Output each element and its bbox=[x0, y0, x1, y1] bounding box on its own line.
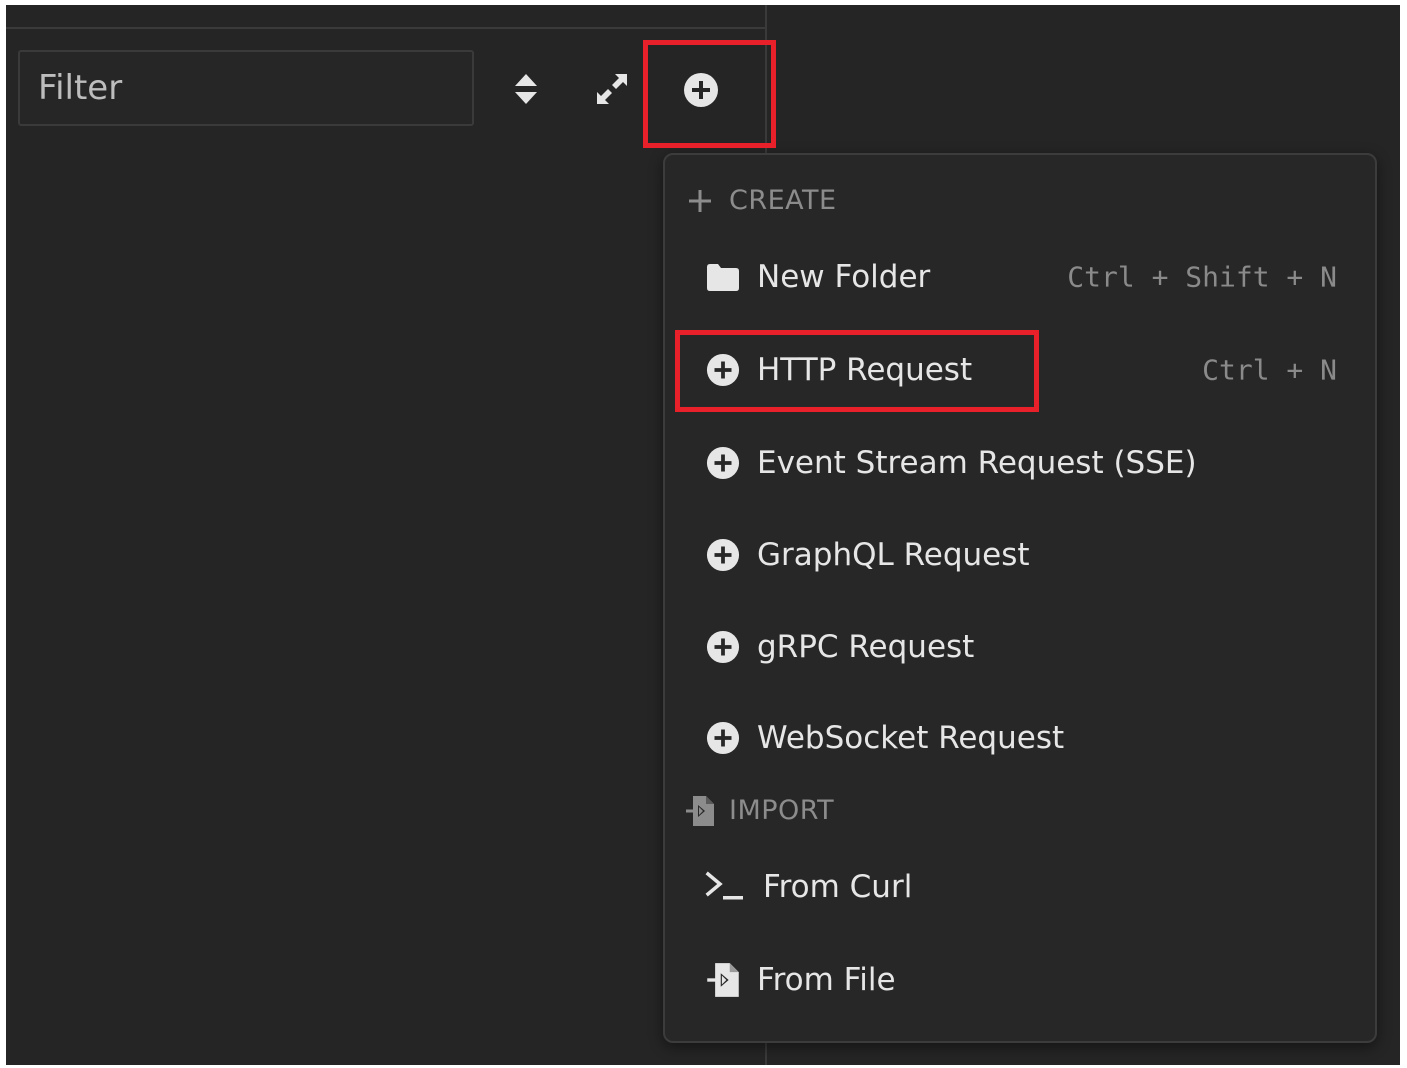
expand-all-button[interactable] bbox=[590, 67, 634, 111]
top-divider bbox=[6, 27, 766, 29]
plus-circle-icon bbox=[705, 629, 741, 665]
menu-item-event-stream-request[interactable]: Event Stream Request (SSE) bbox=[705, 433, 1345, 493]
menu-item-label: gRPC Request bbox=[757, 629, 975, 665]
menu-item-graphql-request[interactable]: GraphQL Request bbox=[705, 525, 1345, 585]
expand-arrows-icon bbox=[597, 74, 627, 104]
plus-circle-icon bbox=[684, 73, 718, 107]
menu-item-new-folder[interactable]: New Folder Ctrl + Shift + N bbox=[705, 247, 1345, 307]
plus-icon bbox=[685, 186, 715, 216]
sort-button[interactable] bbox=[506, 67, 546, 111]
menu-item-grpc-request[interactable]: gRPC Request bbox=[705, 617, 1345, 677]
add-button[interactable] bbox=[678, 67, 724, 113]
plus-circle-icon bbox=[705, 445, 741, 481]
menu-item-label: From Curl bbox=[763, 869, 913, 905]
create-section-header: CREATE bbox=[685, 185, 837, 216]
menu-item-label: New Folder bbox=[757, 259, 931, 295]
menu-item-http-request[interactable]: HTTP Request Ctrl + N bbox=[705, 340, 1345, 400]
terminal-icon bbox=[705, 869, 745, 905]
menu-item-label: HTTP Request bbox=[757, 352, 973, 388]
plus-circle-icon bbox=[705, 352, 741, 388]
file-import-icon bbox=[705, 962, 741, 998]
menu-item-from-curl[interactable]: From Curl bbox=[705, 857, 1345, 917]
menu-item-label: WebSocket Request bbox=[757, 720, 1065, 756]
filter-input[interactable] bbox=[18, 50, 474, 126]
shortcut-hint: Ctrl + Shift + N bbox=[1067, 260, 1337, 294]
plus-circle-icon bbox=[705, 720, 741, 756]
folder-icon bbox=[705, 259, 741, 295]
create-dropdown-menu: CREATE New Folder Ctrl + Shift + N HTTP … bbox=[663, 153, 1377, 1043]
menu-item-websocket-request[interactable]: WebSocket Request bbox=[705, 708, 1345, 768]
app-window: CREATE New Folder Ctrl + Shift + N HTTP … bbox=[6, 5, 1400, 1065]
create-section-label: CREATE bbox=[729, 185, 837, 216]
menu-item-label: From File bbox=[757, 962, 896, 998]
menu-item-from-file[interactable]: From File bbox=[705, 950, 1345, 1010]
plus-circle-icon bbox=[705, 537, 741, 573]
sort-up-down-icon bbox=[515, 74, 537, 104]
import-section-header: IMPORT bbox=[685, 795, 834, 826]
file-import-icon bbox=[685, 795, 715, 826]
menu-item-label: GraphQL Request bbox=[757, 537, 1030, 573]
shortcut-hint: Ctrl + N bbox=[1202, 353, 1337, 387]
menu-item-label: Event Stream Request (SSE) bbox=[757, 445, 1197, 481]
import-section-label: IMPORT bbox=[729, 795, 835, 826]
